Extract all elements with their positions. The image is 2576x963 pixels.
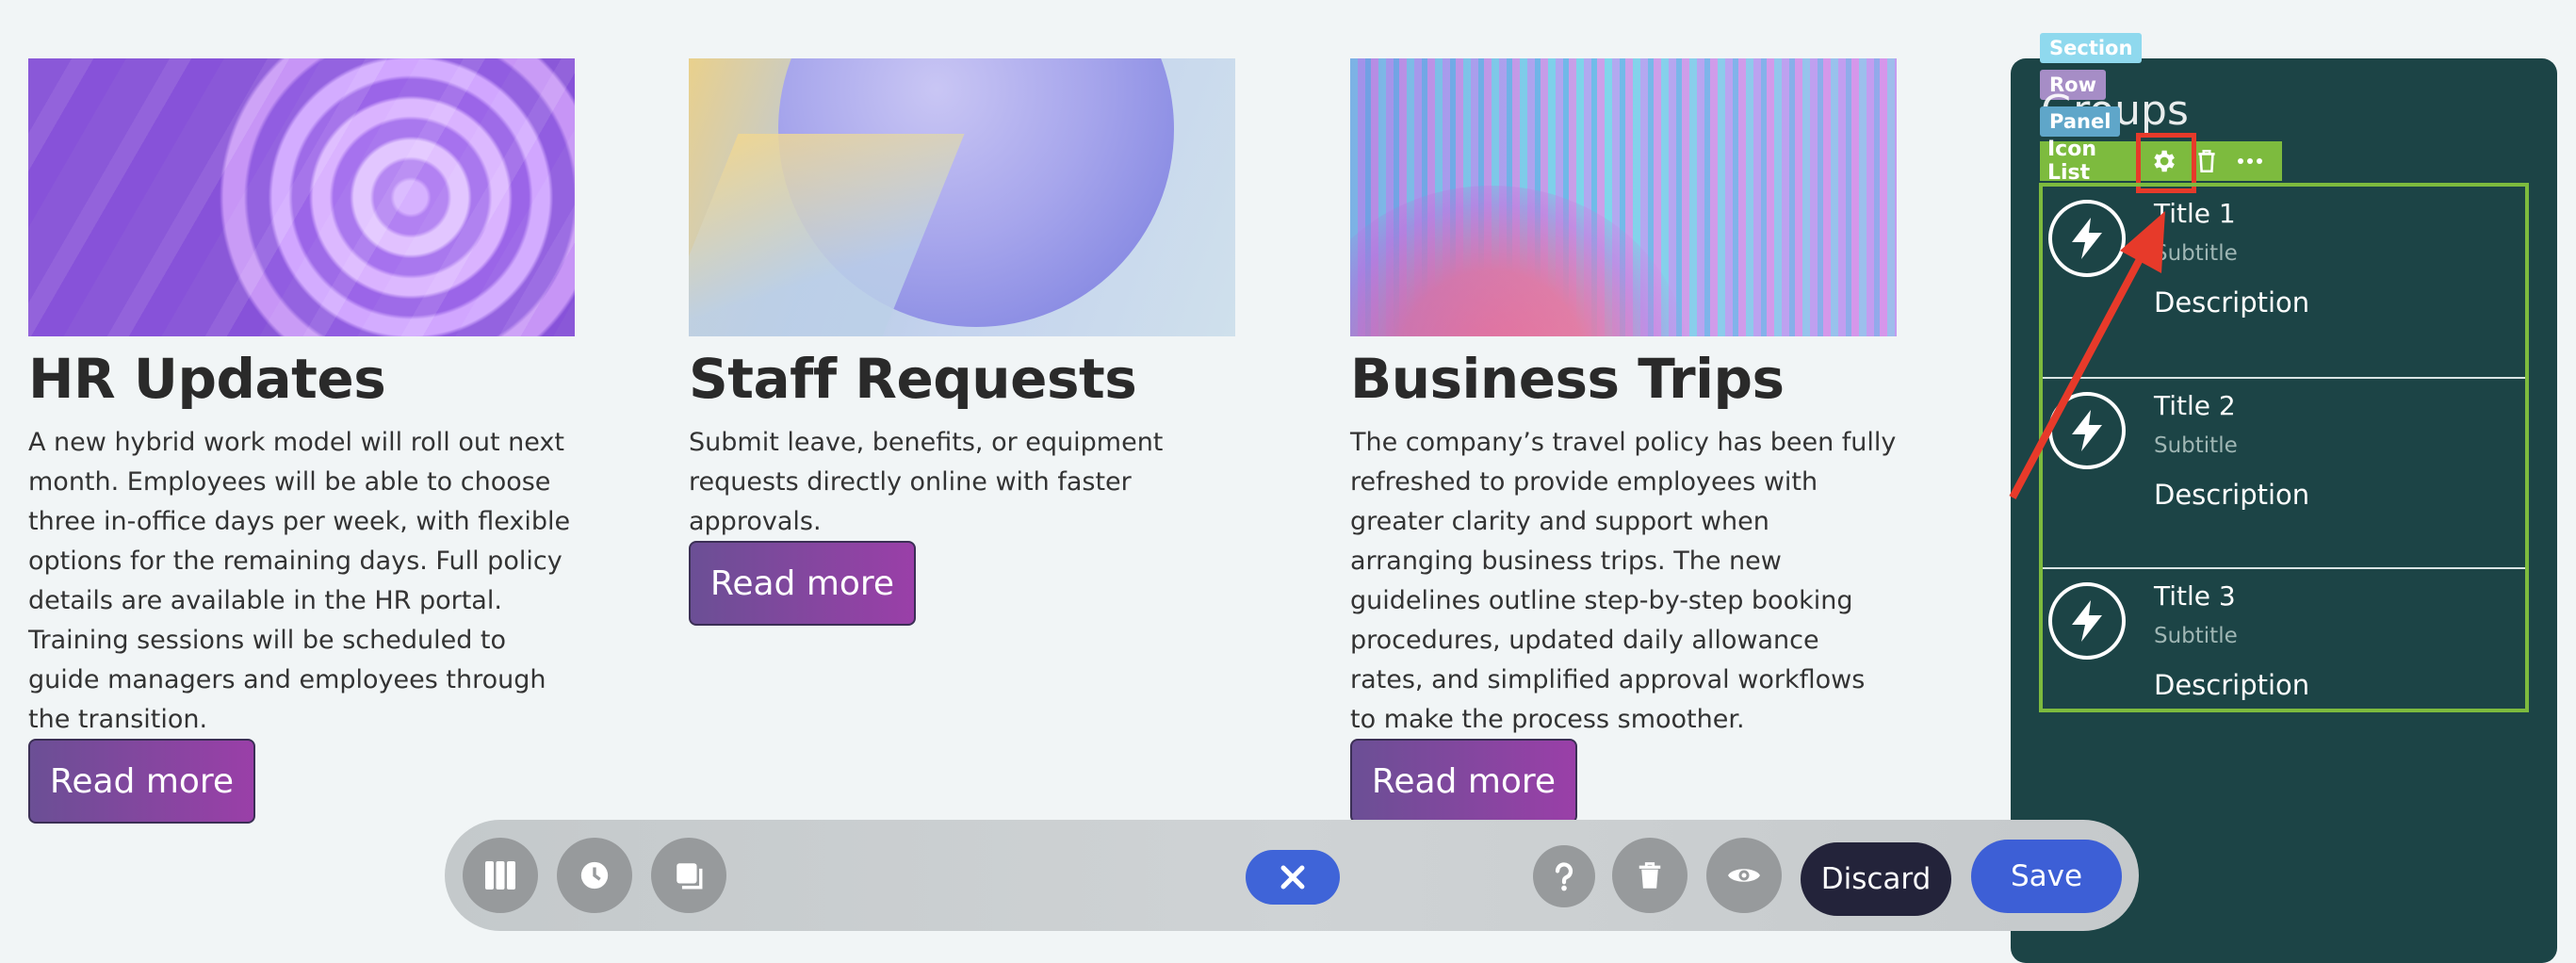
item-description: Description xyxy=(2154,286,2310,318)
list-item[interactable]: Title 1 Subtitle Description xyxy=(2043,187,2525,377)
item-title: Title 2 xyxy=(2154,390,2236,421)
list-item[interactable]: Title 2 Subtitle Description xyxy=(2043,377,2525,569)
help-icon[interactable] xyxy=(1533,845,1595,907)
news-card-hr-updates: HR Updates A new hybrid work model will … xyxy=(28,58,575,740)
lightning-icon xyxy=(2048,200,2126,277)
item-subtitle: Subtitle xyxy=(2154,241,2238,266)
section-tag[interactable]: Section xyxy=(2040,33,2143,63)
card-image-purple-spiral xyxy=(28,58,575,336)
lightning-icon xyxy=(2048,392,2126,469)
more-options-icon[interactable] xyxy=(2228,141,2272,181)
item-subtitle: Subtitle xyxy=(2154,624,2238,648)
card-text: The company’s travel policy has been ful… xyxy=(1350,427,1897,734)
columns-icon[interactable] xyxy=(463,838,538,913)
item-description: Description xyxy=(2154,669,2310,701)
card-text: A new hybrid work model will roll out ne… xyxy=(28,427,571,734)
list-item[interactable]: Title 3 Subtitle Description xyxy=(2043,567,2525,710)
news-card-staff-requests: Staff Requests Submit leave, benefits, o… xyxy=(689,58,1235,542)
read-more-button-trips[interactable]: Read more xyxy=(1350,739,1577,824)
read-more-button-hr[interactable]: Read more xyxy=(28,739,255,824)
preview-icon[interactable] xyxy=(1706,838,1782,913)
item-subtitle: Subtitle xyxy=(2154,433,2238,458)
discard-button[interactable]: Discard xyxy=(1801,842,1951,916)
panel-tag[interactable]: Panel xyxy=(2040,106,2121,137)
item-title: Title 3 xyxy=(2154,580,2236,612)
lightning-icon xyxy=(2048,582,2126,660)
read-more-button-staff[interactable]: Read more xyxy=(689,541,916,626)
icon-list[interactable]: Title 1 Subtitle Description Title 2 Sub… xyxy=(2039,183,2529,712)
card-title: Business Trips xyxy=(1350,347,1785,411)
card-text: Submit leave, benefits, or equipment req… xyxy=(689,427,1164,536)
save-button[interactable]: Save xyxy=(1971,840,2122,913)
card-title: HR Updates xyxy=(28,347,386,411)
item-description: Description xyxy=(2154,479,2310,511)
trash-icon[interactable] xyxy=(1612,838,1687,913)
close-icon[interactable] xyxy=(1246,850,1340,905)
card-image-colorful-lines xyxy=(1350,58,1897,336)
news-card-business-trips: Business Trips The company’s travel poli… xyxy=(1350,58,1897,740)
card-image-abstract-sphere xyxy=(689,58,1235,336)
card-title: Staff Requests xyxy=(689,347,1137,411)
layers-icon[interactable] xyxy=(651,838,726,913)
history-icon[interactable] xyxy=(557,838,632,913)
item-title: Title 1 xyxy=(2154,198,2236,229)
icon-list-tag[interactable]: Icon List xyxy=(2040,138,2142,185)
